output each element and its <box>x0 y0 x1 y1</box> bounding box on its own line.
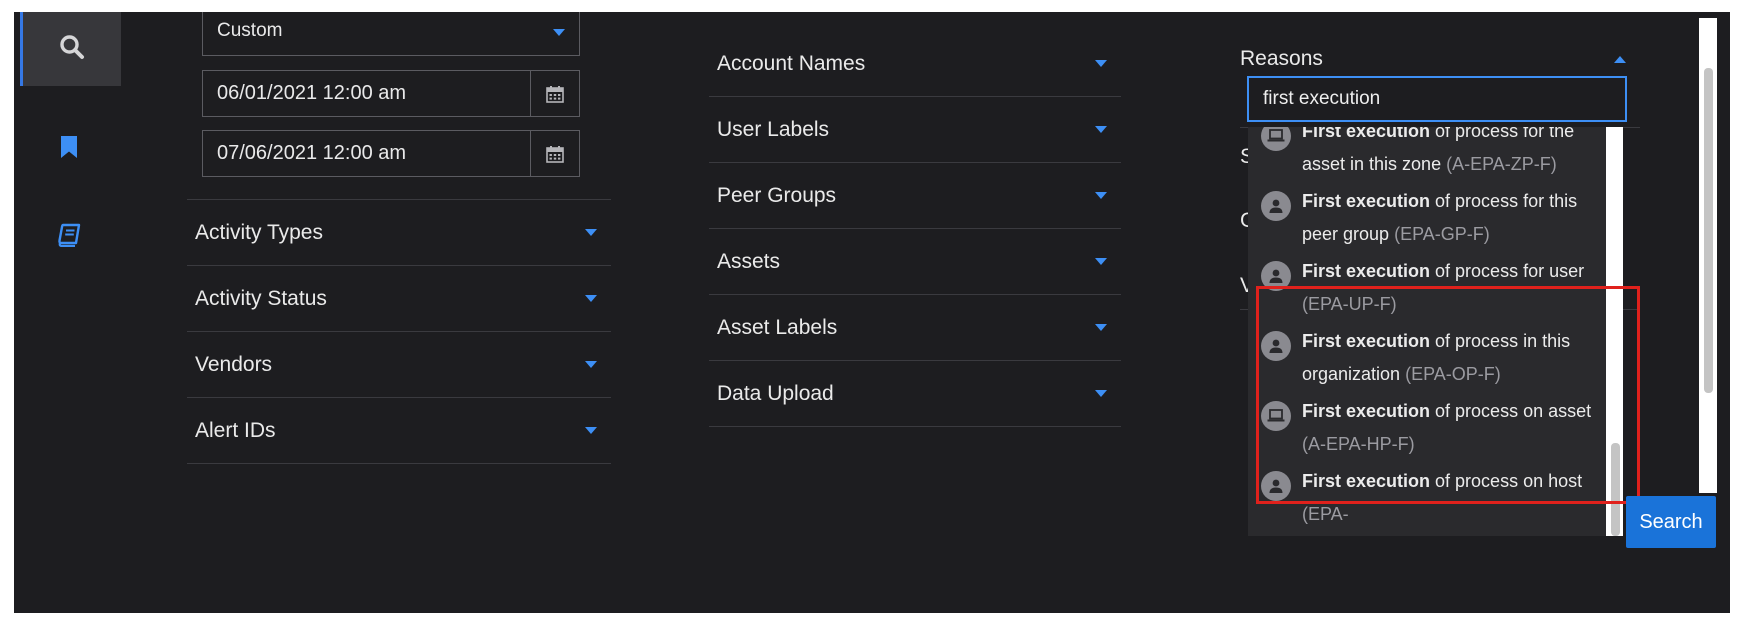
chevron-down-icon <box>585 427 597 434</box>
chevron-down-icon <box>1095 126 1107 133</box>
start-date-field[interactable]: 06/01/2021 12:00 am <box>202 70 580 117</box>
calendar-icon[interactable] <box>530 131 579 176</box>
filter-alert-ids[interactable]: Alert IDs <box>187 398 611 464</box>
sidebar-item-search[interactable] <box>20 12 121 86</box>
filter-label: Vendors <box>195 353 273 376</box>
filter-account-names[interactable]: Account Names <box>709 31 1121 97</box>
chevron-down-icon <box>585 295 597 302</box>
filter-label: Account Names <box>717 52 866 75</box>
page-scrollbar-track[interactable] <box>1699 18 1717 493</box>
filter-label: Assets <box>717 250 781 273</box>
dropdown-scrollbar-thumb[interactable] <box>1611 443 1620 536</box>
filter-label: User Labels <box>717 118 830 141</box>
filter-peer-groups[interactable]: Peer Groups <box>709 163 1121 229</box>
chevron-down-icon <box>553 29 565 36</box>
page-scrollbar-thumb[interactable] <box>1704 68 1713 393</box>
filter-asset-labels[interactable]: Asset Labels <box>709 295 1121 361</box>
app-window: Custom 06/01/2021 12:00 am 07/06/2021 12… <box>14 12 1730 613</box>
calendar-icon[interactable] <box>530 71 579 116</box>
filter-user-labels[interactable]: User Labels <box>709 97 1121 163</box>
time-range-select[interactable]: Custom <box>202 12 580 56</box>
filter-vendors[interactable]: Vendors <box>187 332 611 398</box>
laptop-icon <box>1261 127 1291 151</box>
search-button[interactable]: Search <box>1626 496 1716 548</box>
sidebar-item-library[interactable] <box>20 200 118 274</box>
chevron-down-icon <box>1095 324 1107 331</box>
filter-label: Activity Types <box>195 221 323 244</box>
chevron-up-icon <box>1614 56 1626 63</box>
sidebar <box>14 12 121 613</box>
reason-option-text: First execution of process for this peer… <box>1302 191 1578 244</box>
reasons-search-value: first execution <box>1263 88 1381 109</box>
filter-activity-status[interactable]: Activity Status <box>187 266 611 332</box>
chevron-down-icon <box>1095 60 1107 67</box>
chevron-down-icon <box>1095 390 1107 397</box>
filter-activity-types[interactable]: Activity Types <box>187 200 611 266</box>
start-date-value: 06/01/2021 12:00 am <box>217 82 407 104</box>
user-icon <box>1261 471 1291 501</box>
end-date-field[interactable]: 07/06/2021 12:00 am <box>202 130 580 177</box>
chevron-down-icon <box>585 229 597 236</box>
user-icon <box>1261 331 1291 361</box>
filter-label: Activity Status <box>195 287 327 310</box>
reasons-dropdown[interactable]: First execution of process for the asset… <box>1248 127 1623 536</box>
chevron-down-icon <box>1095 258 1107 265</box>
filter-label: Asset Labels <box>717 316 838 339</box>
reason-option-text: First execution of process for the asset… <box>1302 127 1575 174</box>
reason-option-text: First execution of process for user (EPA… <box>1302 261 1585 314</box>
chevron-down-icon <box>585 361 597 368</box>
filter-assets[interactable]: Assets <box>709 229 1121 295</box>
filter-label: Data Upload <box>717 382 834 405</box>
filter-data-upload[interactable]: Data Upload <box>709 361 1121 427</box>
end-date-value: 07/06/2021 12:00 am <box>217 142 407 164</box>
reason-option-text: First execution of process in this organ… <box>1302 331 1571 384</box>
book-icon <box>57 223 81 252</box>
dropdown-scrollbar-track[interactable] <box>1606 127 1623 536</box>
reason-option-text: First execution of process on asset (A-E… <box>1302 401 1592 454</box>
time-range-value: Custom <box>217 20 283 41</box>
bookmark-icon <box>59 135 79 164</box>
user-icon <box>1261 191 1291 221</box>
sidebar-item-bookmarks[interactable] <box>20 112 118 186</box>
chevron-down-icon <box>1095 192 1107 199</box>
reason-option-text: First execution of process on host (EPA- <box>1302 471 1583 524</box>
filter-label: Alert IDs <box>195 419 276 442</box>
search-icon <box>59 34 85 65</box>
filter-label: Peer Groups <box>717 184 837 207</box>
user-icon <box>1261 261 1291 291</box>
reasons-search-input[interactable]: first execution <box>1247 76 1627 122</box>
reason-option[interactable]: First execution of process on host (EPA- <box>1248 469 1606 536</box>
laptop-icon <box>1261 401 1291 431</box>
